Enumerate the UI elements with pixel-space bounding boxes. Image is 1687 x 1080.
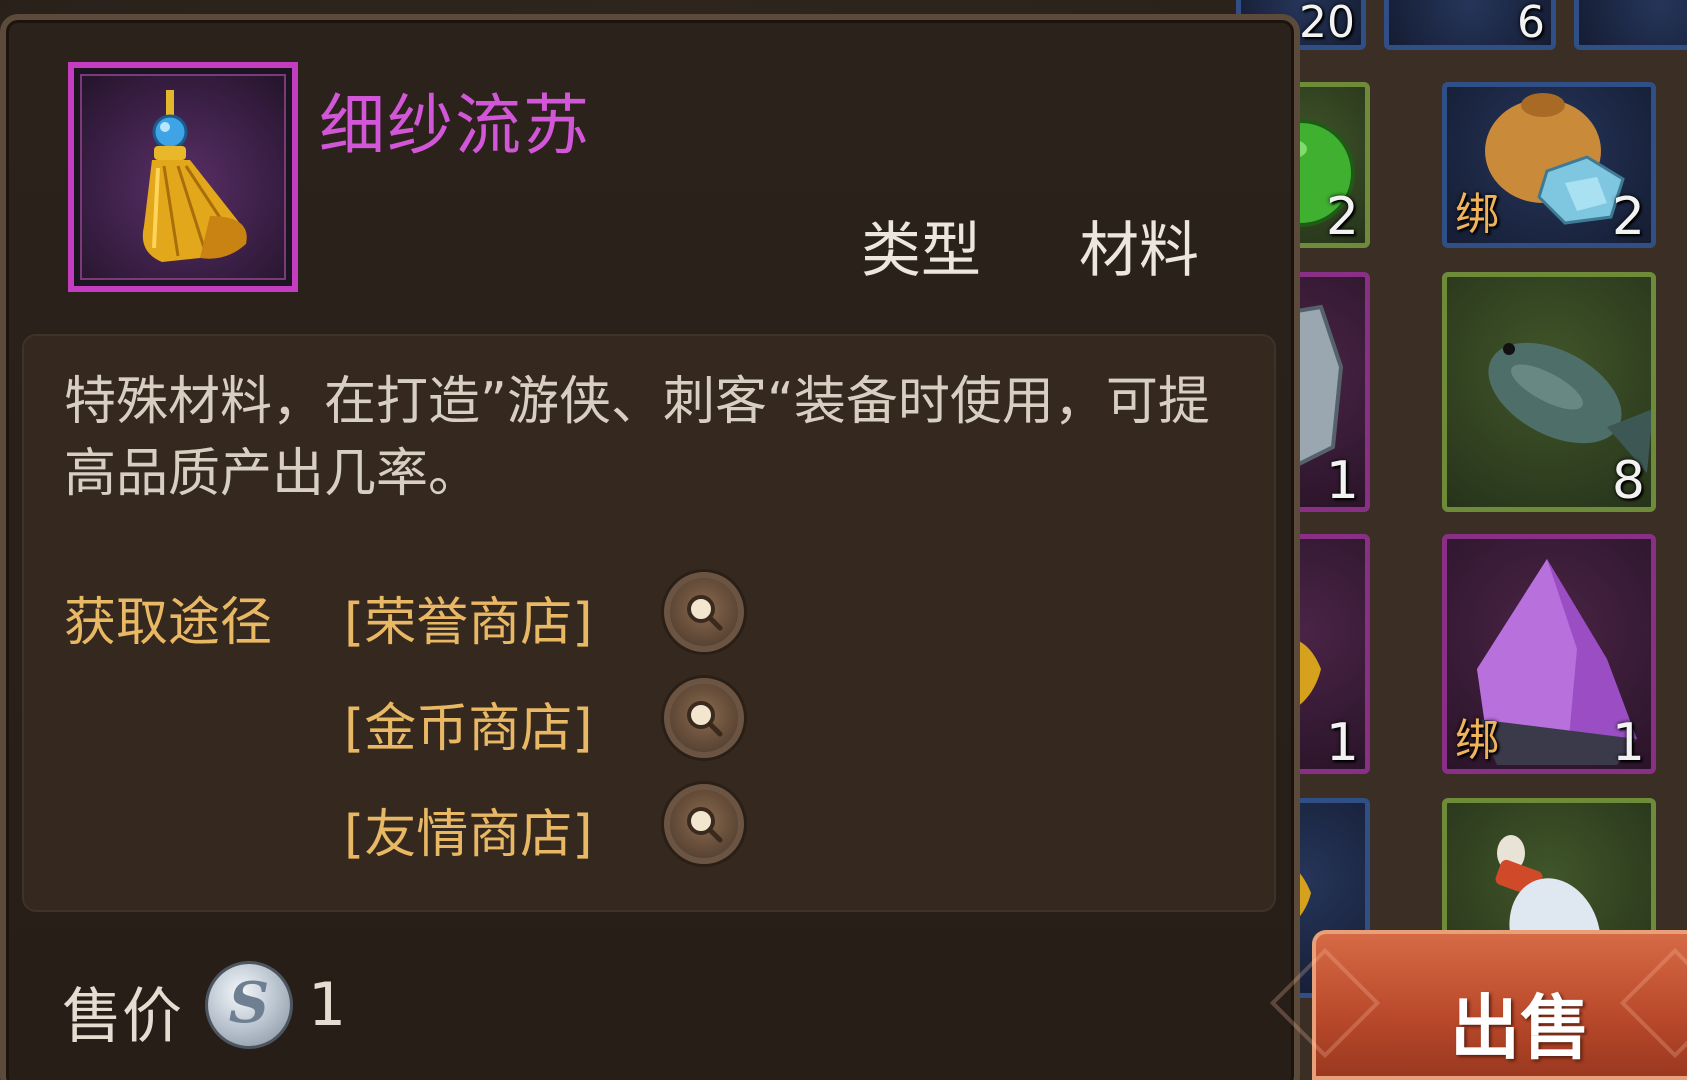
item-type-value: 材料 bbox=[1079, 216, 1199, 286]
item-count: 6 bbox=[1517, 0, 1545, 48]
item-count: 1 bbox=[1325, 713, 1359, 773]
item-count: 1 bbox=[1611, 713, 1645, 773]
inventory-slot[interactable]: 8 bbox=[1442, 272, 1656, 512]
item-count: 2 bbox=[1325, 187, 1359, 247]
inventory-slot[interactable]: 绑 2 bbox=[1442, 82, 1656, 248]
bound-badge: 绑 bbox=[1455, 189, 1499, 240]
magnifier-icon bbox=[687, 807, 723, 843]
bound-badge: 绑 bbox=[1455, 715, 1499, 766]
item-count: 1 bbox=[1325, 451, 1359, 511]
tassel-icon bbox=[142, 90, 247, 262]
inventory-slot[interactable]: 6 bbox=[1384, 0, 1556, 50]
sell-price-label: 售价 bbox=[62, 982, 182, 1052]
inventory-grid: 20 6 2 绑 2 1 8 1 绑 1 bbox=[1236, 0, 1687, 1080]
locate-gold-shop-button[interactable] bbox=[664, 678, 744, 758]
item-type-label: 类型 bbox=[861, 216, 981, 286]
item-icon-frame bbox=[68, 62, 298, 292]
item-icon bbox=[1579, 0, 1687, 50]
item-count: 2 bbox=[1611, 187, 1645, 247]
magnifier-icon bbox=[687, 701, 723, 737]
description-box: 特殊材料，在打造”游侠、刺客“装备时使用，可提高品质产出几率。 获取途径 [荣誉… bbox=[22, 334, 1276, 912]
sell-button[interactable]: 出售 bbox=[1269, 930, 1687, 1080]
item-name: 细纱流苏 bbox=[319, 87, 591, 164]
game-screen: 20 6 2 绑 2 1 8 1 绑 1 细纱流苏 类型 材料 特殊材料，在打造… bbox=[0, 0, 1687, 1080]
item-count: 20 bbox=[1299, 0, 1355, 48]
item-count: 8 bbox=[1611, 451, 1645, 511]
item-description: 特殊材料，在打造”游侠、刺客“装备时使用，可提高品质产出几率。 bbox=[64, 372, 1210, 504]
sell-button-label: 出售 bbox=[1450, 987, 1590, 1069]
inventory-slot[interactable]: 绑 1 bbox=[1442, 534, 1656, 774]
source-gold-shop[interactable]: [金币商店] bbox=[344, 686, 593, 761]
magnifier-icon bbox=[687, 595, 723, 631]
item-tooltip: 细纱流苏 类型 材料 特殊材料，在打造”游侠、刺客“装备时使用，可提高品质产出几… bbox=[0, 14, 1300, 1080]
sell-price-value: 1 bbox=[308, 970, 347, 1040]
source-friendship-shop[interactable]: [友情商店] bbox=[344, 792, 593, 867]
silver-coin-icon: S bbox=[208, 964, 290, 1046]
locate-friendship-shop-button[interactable] bbox=[664, 784, 744, 864]
source-honor-shop[interactable]: [荣誉商店] bbox=[344, 580, 593, 655]
locate-honor-shop-button[interactable] bbox=[664, 572, 744, 652]
inventory-slot[interactable] bbox=[1574, 0, 1687, 50]
source-label: 获取途径 bbox=[64, 593, 273, 653]
